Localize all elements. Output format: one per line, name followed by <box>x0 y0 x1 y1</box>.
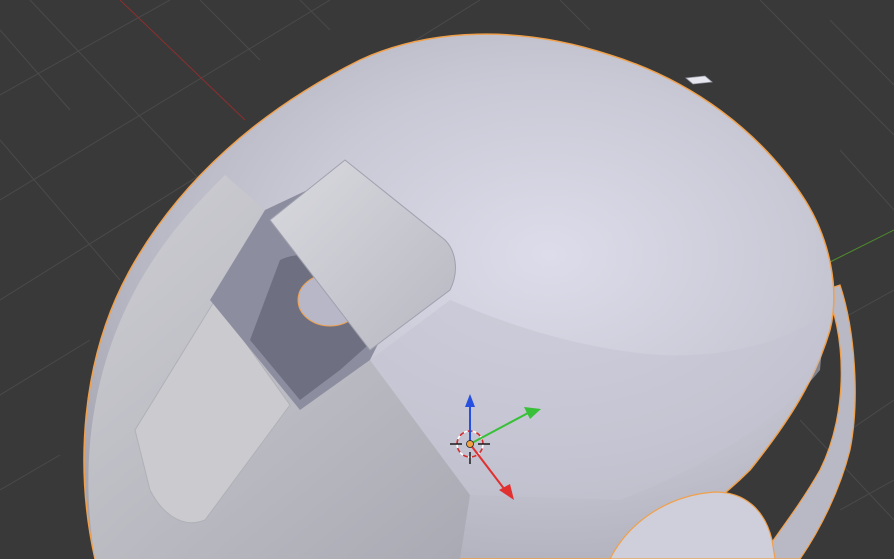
y-axis-line <box>829 229 894 263</box>
object-origin[interactable] <box>466 440 474 448</box>
viewport-canvas[interactable] <box>0 0 894 559</box>
3d-viewport[interactable] <box>0 0 894 559</box>
helmet-notch <box>685 75 713 85</box>
x-axis-line <box>119 0 246 121</box>
